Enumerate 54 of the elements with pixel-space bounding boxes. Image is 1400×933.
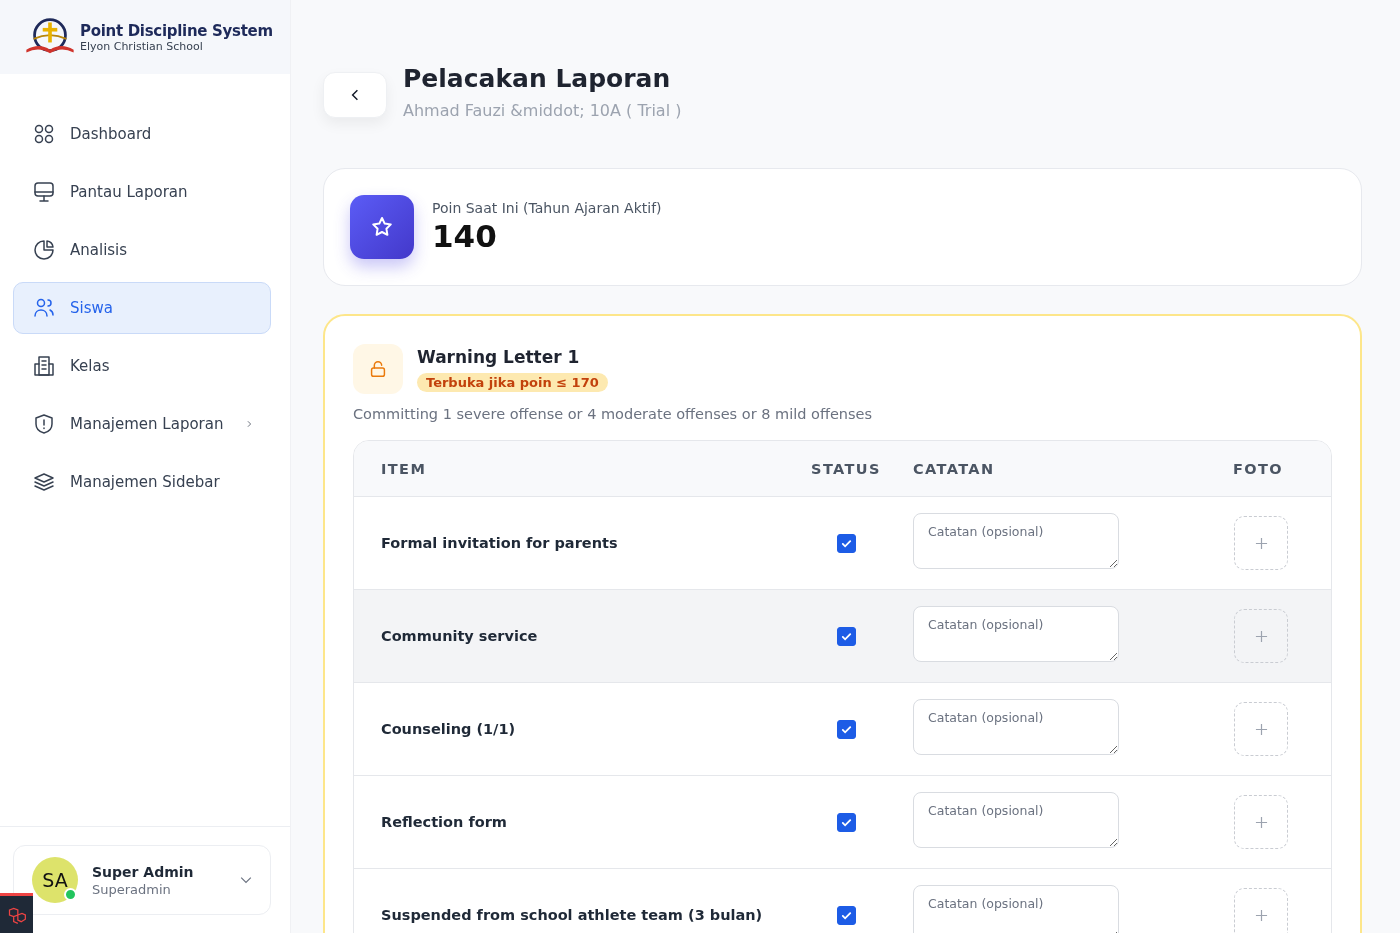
note-field[interactable]: Catatan (opsional) [913, 606, 1119, 662]
pie-chart-icon [32, 238, 56, 262]
note-field[interactable]: Catatan (opsional) [913, 699, 1119, 755]
shield-alert-icon [32, 412, 56, 436]
letter-description: Committing 1 severe offense or 4 moderate offenses or 8 mild offenses [353, 406, 874, 422]
monitor-icon [32, 180, 56, 204]
avatar: SA [32, 857, 78, 903]
sidebar-item[interactable]: Manajemen Sidebar [13, 456, 271, 508]
user-role: Superadmin [92, 881, 172, 897]
column-header: CATATAN [912, 460, 996, 477]
sidebar-item[interactable]: Kelas [13, 340, 271, 392]
app-title: Point Discipline System [80, 21, 273, 40]
building-icon [32, 354, 56, 378]
item-label: Community service [380, 628, 539, 644]
item-label: Suspended from school athlete team (3 bulan) [380, 907, 764, 923]
item-label: Counseling (1/1) [380, 721, 517, 737]
letter-title: Warning Letter 1 [417, 346, 581, 367]
page-subtitle: Ahmad Fauzi &middot; 10A ( Trial ) [403, 101, 682, 120]
chevron-left-icon [351, 89, 359, 101]
sidebar-item[interactable]: Pantau Laporan [13, 166, 271, 218]
sidebar-item[interactable]: Siswa [13, 282, 271, 334]
user-name: Super Admin [92, 863, 195, 880]
plus-icon [1254, 722, 1268, 736]
checkbox[interactable] [836, 905, 856, 925]
chevron-down-icon [240, 876, 252, 884]
threshold-badge: Terbuka jika poin ≤ 170 [417, 372, 608, 392]
sidebar-item[interactable]: Dashboard [13, 108, 271, 160]
plus-icon [1254, 536, 1268, 550]
plus-icon [1254, 908, 1268, 922]
plus-icon [1254, 815, 1268, 829]
users-icon [32, 296, 56, 320]
debugbar-button[interactable] [0, 893, 33, 933]
sidebar-item[interactable]: Analisis [13, 224, 271, 276]
plus-icon [1254, 629, 1268, 643]
school-name: Elyon Christian School [80, 39, 204, 53]
item-label: Reflection form [380, 814, 508, 830]
checkbox[interactable] [836, 812, 856, 832]
star-icon [370, 215, 394, 239]
note-field[interactable]: Catatan (opsional) [913, 513, 1119, 569]
grid-icon [32, 122, 56, 146]
points-value: 140 [432, 218, 498, 254]
checkbox[interactable] [836, 719, 856, 739]
note-field[interactable]: Catatan (opsional) [913, 885, 1119, 933]
column-header: STATUS [810, 460, 882, 477]
column-header: ITEM [380, 460, 428, 477]
column-header: FOTO [1232, 460, 1285, 477]
layers-icon [32, 470, 56, 494]
item-label: Formal invitation for parents [380, 535, 619, 551]
checkbox[interactable] [836, 533, 856, 553]
checkbox[interactable] [836, 626, 856, 646]
page-title: Pelacakan Laporan [403, 64, 672, 93]
note-field[interactable]: Catatan (opsional) [913, 792, 1119, 848]
sidebar-item[interactable]: Manajemen Laporan [13, 398, 271, 450]
points-label: Poin Saat Ini (Tahun Ajaran Aktif) [432, 200, 662, 216]
